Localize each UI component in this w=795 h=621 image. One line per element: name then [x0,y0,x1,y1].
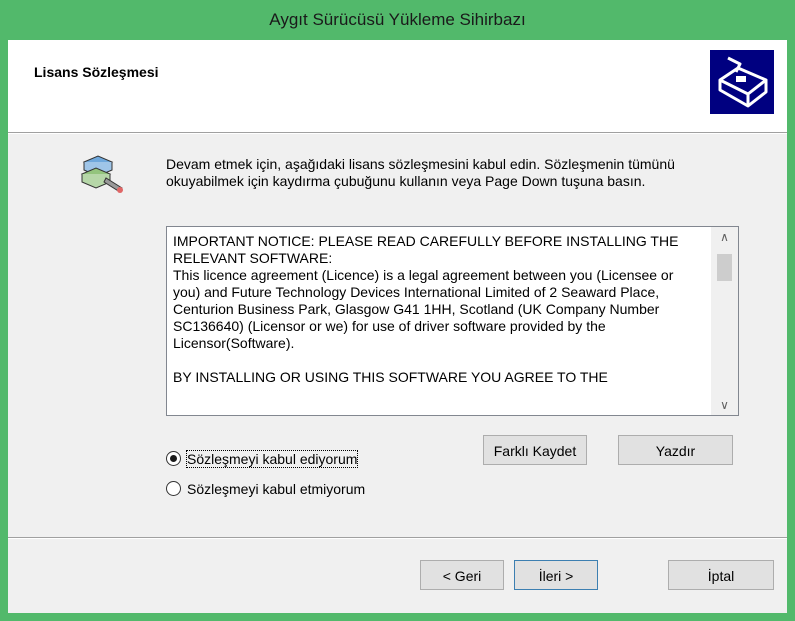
print-label: Yazdır [655,443,696,459]
decline-radio-label: Sözleşmeyi kabul etmiyorum [187,481,366,497]
cancel-label: İptal [707,568,735,584]
save-as-label: Farklı Kaydet [493,443,577,459]
device-driver-icon [76,152,126,196]
license-paragraph-agreement: This licence agreement (Licence) is a le… [173,267,674,351]
wizard-header: Lisans Sözleşmesi [8,40,787,133]
radio-unselected-icon[interactable] [166,481,181,496]
accept-radio-label: Sözleşmeyi kabul ediyorum [185,450,359,468]
scroll-down-arrow-icon[interactable]: ∨ [711,395,738,415]
license-content: IMPORTANT NOTICE: PLEASE READ CAREFULLY … [173,233,695,409]
radio-selected-icon[interactable] [166,451,181,466]
window-title: Aygıt Sürücüsü Yükleme Sihirbazı [269,10,526,29]
accept-radio[interactable]: Sözleşmeyi kabul ediyorum [166,450,359,468]
scroll-thumb[interactable] [717,254,732,281]
wizard-client-area: Lisans Sözleşmesi Devam etmek için, aşağ… [8,40,787,613]
back-label: < Geri [442,568,482,584]
license-paragraph-consent: BY INSTALLING OR USING THIS SOFTWARE YOU… [173,369,608,385]
next-button[interactable]: İleri > [514,560,598,590]
license-scrollbar[interactable]: ∧ ∨ [711,227,738,415]
next-label: İleri > [538,568,574,584]
decline-radio[interactable]: Sözleşmeyi kabul etmiyorum [166,480,365,498]
save-as-button[interactable]: Farklı Kaydet [483,435,587,465]
page-title: Lisans Sözleşmesi [34,64,159,80]
cancel-button[interactable]: İptal [668,560,774,590]
license-text-area[interactable]: IMPORTANT NOTICE: PLEASE READ CAREFULLY … [166,226,739,416]
back-button[interactable]: < Geri [420,560,504,590]
license-paragraph-notice: IMPORTANT NOTICE: PLEASE READ CAREFULLY … [173,233,679,266]
scroll-up-arrow-icon[interactable]: ∧ [711,227,738,247]
wizard-logo-icon [710,50,774,114]
instruction-text: Devam etmek için, aşağıdaki lisans sözle… [166,156,675,189]
print-button[interactable]: Yazdır [618,435,733,465]
wizard-window: Aygıt Sürücüsü Yükleme Sihirbazı Lisans … [0,0,795,621]
